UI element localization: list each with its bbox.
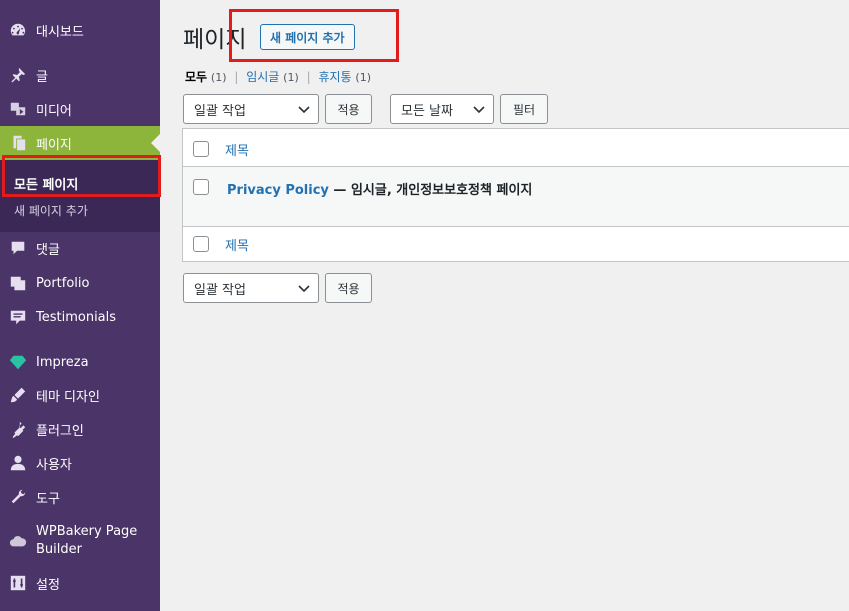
sidebar-item-label: 플러그인	[36, 423, 84, 439]
sidebar-item-label: 댓글	[36, 242, 60, 258]
sidebar-item-plugins[interactable]: 플러그인	[0, 412, 160, 446]
sidebar-item-pages[interactable]: 페이지	[0, 126, 160, 160]
sidebar-item-comments[interactable]: 댓글	[0, 231, 160, 265]
sidebar-item-portfolio[interactable]: Portfolio	[0, 266, 160, 300]
table-footer-row: 제목	[183, 227, 849, 262]
wrench-icon	[0, 488, 36, 506]
portfolio-icon	[0, 274, 36, 292]
sidebar-item-label: 설정	[36, 577, 60, 593]
sidebar-item-posts[interactable]: 글	[0, 58, 160, 92]
bulk-action-select-top[interactable]: 일괄 작업	[183, 94, 319, 124]
sidebar-item-settings[interactable]: 설정	[0, 566, 160, 600]
filter-button[interactable]: 필터	[500, 94, 548, 124]
chevron-down-icon	[298, 285, 310, 293]
sidebar-item-label: Testimonials	[36, 309, 117, 325]
filter-separator: |	[306, 70, 311, 84]
dashboard-icon	[0, 21, 36, 39]
admin-sidebar: 대시보드 글 미디어 페이지 모든 페이지 새 페이지 추가 댓글 Portfo…	[0, 0, 160, 611]
sidebar-item-impreza[interactable]: Impreza	[0, 345, 160, 379]
pages-submenu: 모든 페이지 새 페이지 추가	[0, 160, 160, 232]
sidebar-item-dashboard[interactable]: 대시보드	[0, 13, 160, 47]
bulk-action-value: 일괄 작업	[194, 103, 246, 119]
submenu-all-pages[interactable]: 모든 페이지	[14, 174, 78, 193]
sidebar-item-label: Impreza	[36, 354, 89, 370]
sidebar-item-label: Portfolio	[36, 275, 90, 291]
column-title-sort-footer[interactable]: 제목	[225, 235, 249, 254]
table-row: Privacy Policy — 임시글, 개인정보보호정책 페이지	[183, 167, 849, 227]
sidebar-item-label: 도구	[36, 491, 60, 507]
pages-table: 제목 Privacy Policy — 임시글, 개인정보보호정책 페이지 제목	[182, 128, 849, 262]
pages-icon	[0, 134, 36, 152]
submenu-add-new-page[interactable]: 새 페이지 추가	[14, 202, 88, 219]
diamond-icon	[0, 353, 36, 371]
filter-all[interactable]: 모두	[185, 70, 207, 84]
sidebar-item-testimonials[interactable]: Testimonials	[0, 300, 160, 334]
user-icon	[0, 454, 36, 472]
post-title-link[interactable]: Privacy Policy	[227, 183, 329, 198]
sidebar-item-media[interactable]: 미디어	[0, 92, 160, 126]
sidebar-item-label: 대시보드	[36, 24, 84, 40]
apply-button-top[interactable]: 적용	[325, 94, 372, 124]
brush-icon	[0, 386, 36, 404]
filter-trash-count: (1)	[355, 71, 372, 84]
sidebar-item-label: 글	[36, 69, 48, 85]
plugin-icon	[0, 420, 36, 438]
filter-draft[interactable]: 임시글	[246, 70, 279, 84]
add-new-page-button[interactable]: 새 페이지 추가	[260, 24, 355, 50]
sidebar-item-label: 테마 디자인	[36, 389, 100, 405]
apply-button-bottom[interactable]: 적용	[325, 273, 372, 303]
cloud-icon	[0, 532, 36, 550]
row-checkbox[interactable]	[193, 179, 209, 195]
pin-icon	[0, 66, 36, 84]
select-all-checkbox-footer[interactable]	[193, 236, 209, 252]
chevron-down-icon	[298, 106, 310, 114]
sidebar-item-label: 사용자	[36, 457, 72, 473]
select-all-checkbox[interactable]	[193, 141, 209, 157]
bulk-action-select-bottom[interactable]: 일괄 작업	[183, 273, 319, 303]
sidebar-item-users[interactable]: 사용자	[0, 446, 160, 480]
table-header-row: 제목	[183, 129, 849, 167]
comment-icon	[0, 239, 36, 257]
filter-trash[interactable]: 휴지통	[318, 70, 351, 84]
column-title-sort[interactable]: 제목	[225, 140, 249, 159]
bulk-action-value: 일괄 작업	[194, 282, 246, 298]
testimonial-icon	[0, 308, 36, 326]
page-title: 페이지	[183, 27, 247, 53]
main-content: 페이지 새 페이지 추가 모두 (1) | 임시글 (1) | 휴지통 (1) …	[160, 0, 849, 611]
sidebar-item-label: 페이지	[36, 137, 72, 153]
chevron-down-icon	[473, 106, 485, 114]
settings-icon	[0, 574, 36, 592]
sidebar-item-tools[interactable]: 도구	[0, 480, 160, 514]
date-filter-select[interactable]: 모든 날짜	[390, 94, 494, 124]
post-state: — 임시글, 개인정보보호정책 페이지	[328, 183, 533, 198]
status-filters: 모두 (1) | 임시글 (1) | 휴지통 (1)	[185, 68, 371, 85]
date-filter-value: 모든 날짜	[401, 103, 453, 119]
sidebar-item-label: WPBakery Page Builder	[36, 524, 138, 557]
media-icon	[0, 100, 36, 118]
filter-all-count: (1)	[210, 71, 227, 84]
sidebar-item-wpbakery[interactable]: WPBakery Page Builder	[0, 519, 160, 563]
filter-separator: |	[234, 70, 239, 84]
filter-draft-count: (1)	[283, 71, 299, 84]
post-title-cell: Privacy Policy — 임시글, 개인정보보호정책 페이지	[227, 179, 532, 198]
sidebar-item-label: 미디어	[36, 103, 72, 119]
sidebar-item-appearance[interactable]: 테마 디자인	[0, 378, 160, 412]
